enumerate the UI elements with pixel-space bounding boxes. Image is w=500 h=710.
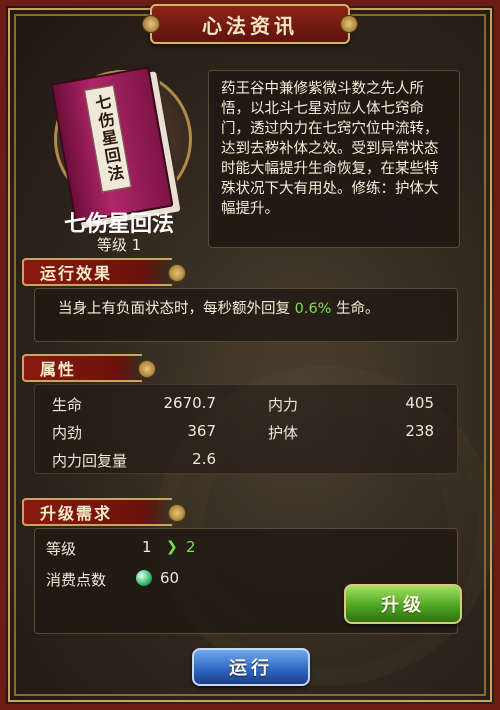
attributes-section-header: 属性 <box>22 354 156 382</box>
banner-knob-right <box>340 15 358 33</box>
upgrade-header-label: 升级需求 <box>40 504 113 523</box>
title-banner: 心法资讯 <box>142 4 358 44</box>
effect-text-after: 生命。 <box>331 301 380 317</box>
run-button[interactable]: 运行 <box>192 648 310 686</box>
effect-section-header: 运行效果 <box>22 258 186 286</box>
attr-value-hp: 2670.7 <box>163 394 217 412</box>
attr-label-defense: 护体 <box>268 424 299 442</box>
description-box: 药王谷中兼修紫微斗数之先人所悟，以北斗七星对应人体七窍命门，透过内力在七窍穴位中… <box>208 70 460 248</box>
book-cover-label: 七伤星回法 <box>84 84 132 193</box>
effect-header-label: 运行效果 <box>40 264 113 283</box>
effect-description: 当身上有负面状态时，每秒额外回复 0.6% 生命。 <box>58 297 380 318</box>
banner-knob-left <box>142 15 160 33</box>
attr-label-mp: 内力 <box>268 396 299 414</box>
upgrade-cost-value: 60 <box>160 569 180 587</box>
gem-icon <box>136 570 152 586</box>
attr-value-mp: 405 <box>405 394 434 412</box>
book-cover-title: 七伤星回法 <box>91 92 126 185</box>
effect-text-before: 当身上有负面状态时，每秒额外回复 <box>58 301 295 317</box>
skill-description: 药王谷中兼修紫微斗数之先人所悟，以北斗七星对应人体七窍命门，透过内力在七窍穴位中… <box>221 81 439 217</box>
dialog-title: 心法资讯 <box>202 13 298 38</box>
attr-value-inner-force: 367 <box>187 422 216 440</box>
attr-label-mp-regen: 内力回复量 <box>52 452 128 470</box>
attr-label-inner-force: 内劲 <box>52 424 83 442</box>
upgrade-section-header: 升级需求 <box>22 498 186 526</box>
upgrade-level-label: 等级 <box>46 540 77 558</box>
upgrade-button-label: 升级 <box>381 595 425 616</box>
upgrade-button[interactable]: 升级 <box>344 584 462 624</box>
attr-value-defense: 238 <box>405 422 434 440</box>
effect-percent: 0.6% <box>294 301 332 317</box>
attributes-header-label: 属性 <box>40 360 77 379</box>
upgrade-level-next: 2 <box>186 538 196 556</box>
upgrade-level-current: 1 <box>142 538 152 556</box>
run-button-label: 运行 <box>229 658 273 679</box>
attr-value-mp-regen: 2.6 <box>192 450 216 468</box>
skill-level: 等级 1 <box>96 236 142 254</box>
upgrade-cost-label: 消费点数 <box>46 571 107 589</box>
attr-label-hp: 生命 <box>52 396 83 414</box>
arrow-right-icon: ❯ <box>166 539 178 555</box>
